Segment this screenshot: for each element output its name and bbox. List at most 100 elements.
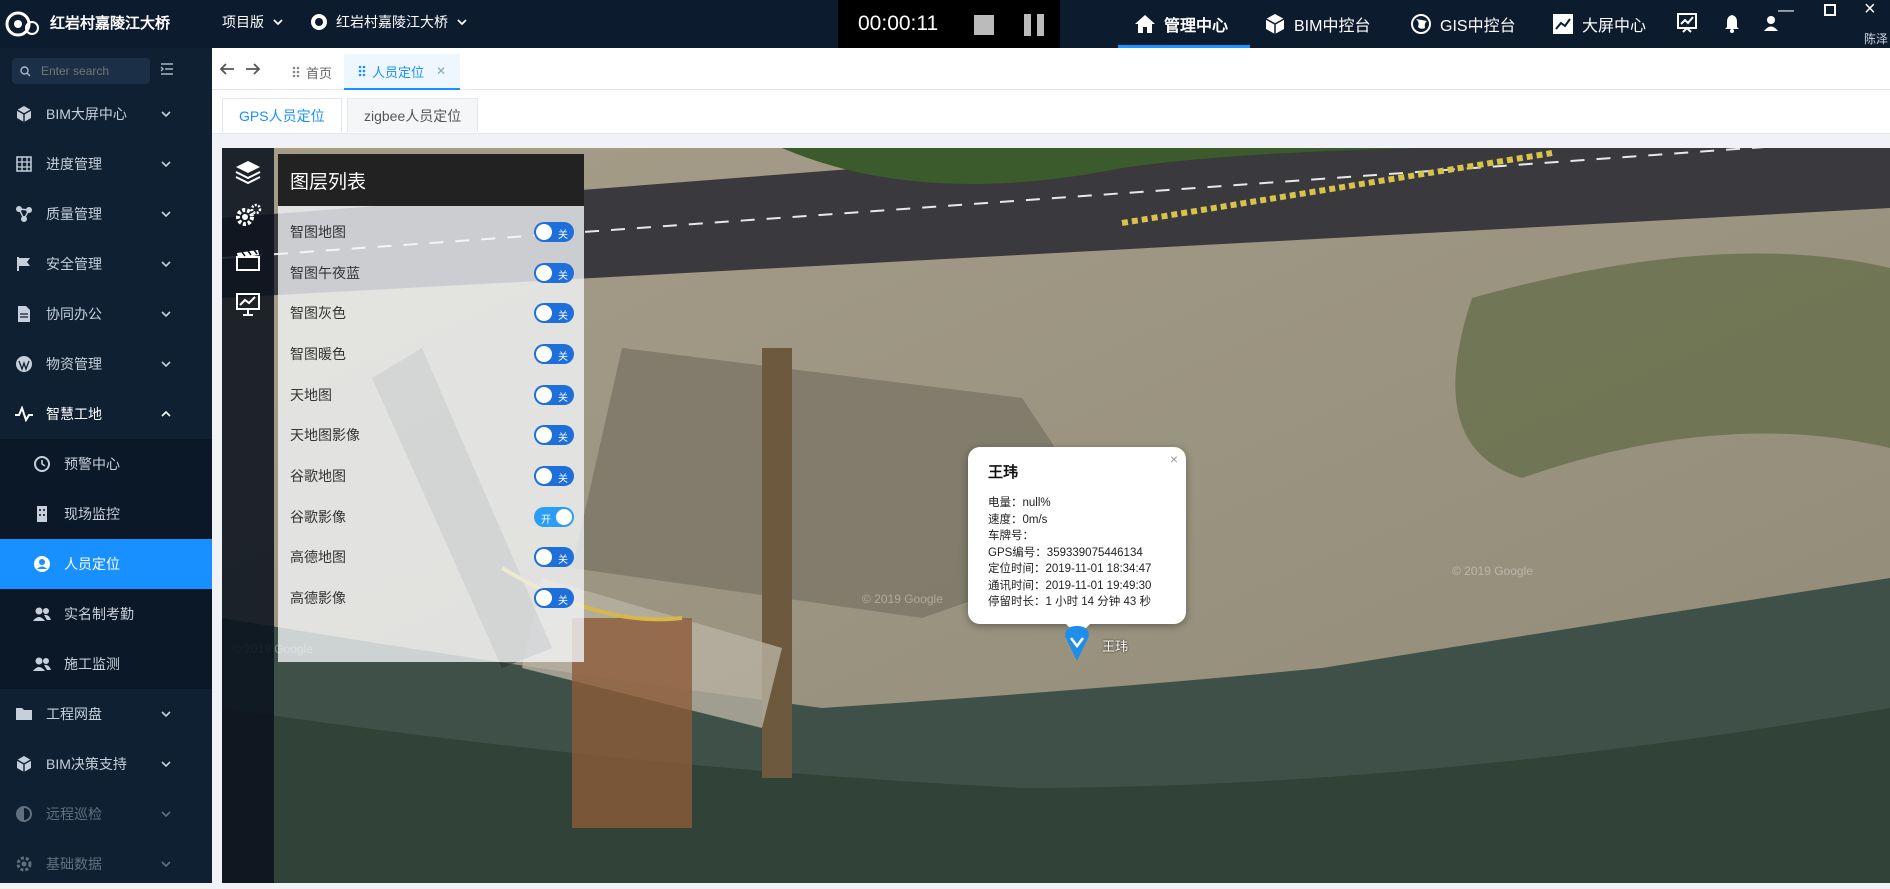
chevron-down-icon <box>161 261 171 268</box>
drag-handle-icon <box>292 66 300 78</box>
detail-key: GPS编号： <box>988 546 1047 559</box>
sidebar-item-bim-decision[interactable]: BIM决策支持 <box>0 739 212 789</box>
layers-icon[interactable] <box>234 158 262 186</box>
stop-icon[interactable] <box>974 15 994 35</box>
page-tabs-bar: 首页 人员定位 ✕ <box>212 48 1890 90</box>
users-icon <box>33 607 51 621</box>
layer-toggle[interactable]: 关 <box>534 466 574 486</box>
layer-toggle[interactable]: 开 <box>534 507 574 527</box>
layer-toggle[interactable]: 关 <box>534 263 574 283</box>
sidebar-item-progress[interactable]: 进度管理 <box>0 139 212 189</box>
layer-toggle[interactable]: 关 <box>534 385 574 405</box>
sidebar-item-label: 进度管理 <box>46 156 102 172</box>
toggle-text: 关 <box>558 311 568 322</box>
chevron-down-icon <box>273 19 283 26</box>
monitor-chart-icon[interactable] <box>234 290 262 318</box>
chevron-down-icon <box>161 311 171 318</box>
map-tool-strip <box>222 148 274 883</box>
sidebar-item-label: 安全管理 <box>46 256 102 272</box>
project-icon <box>311 14 327 30</box>
layer-label: 智图地图 <box>290 224 346 240</box>
layer-label: 天地图 <box>290 387 332 403</box>
layer-toggle[interactable]: 关 <box>534 344 574 364</box>
layer-toggle[interactable]: 关 <box>534 303 574 323</box>
maximize-window-icon[interactable] <box>1824 4 1836 16</box>
layer-row: 高德影像 关 <box>290 583 574 613</box>
map-watermark: © 2019 Google <box>1452 564 1533 578</box>
sidebar-item-base-data[interactable]: 基础数据 <box>0 839 212 889</box>
collapse-menu-icon[interactable] <box>160 62 174 76</box>
toggle-text: 关 <box>558 596 568 607</box>
nav-big-screen[interactable]: 大屏中心 <box>1552 0 1646 48</box>
bell-icon[interactable] <box>1722 13 1742 33</box>
detail-locate-time: 定位时间：2019-11-01 18:34:47 <box>988 561 1151 578</box>
project-dropdown[interactable]: 红岩村嘉陵江大桥 <box>310 12 468 32</box>
dashboard-icon[interactable] <box>1676 12 1698 34</box>
chevron-down-icon <box>161 761 171 768</box>
building-icon <box>37 506 47 522</box>
clapper-icon[interactable] <box>234 246 262 274</box>
sidebar-item-label: 物资管理 <box>46 356 102 372</box>
sidebar-item-remote-inspection[interactable]: 远程巡检 <box>0 789 212 839</box>
sidebar-item-smart-site[interactable]: 智慧工地 <box>0 389 212 439</box>
layer-toggle[interactable]: 关 <box>534 425 574 445</box>
tab-close-icon[interactable]: ✕ <box>436 64 446 78</box>
sidebar-item-collab[interactable]: 协同办公 <box>0 289 212 339</box>
sidebar-item-label: 工程网盘 <box>46 706 102 722</box>
tab-home[interactable]: 首页 <box>278 54 346 90</box>
layer-toggle[interactable]: 关 <box>534 547 574 567</box>
sidebar-item-label: BIM大屏中心 <box>46 106 127 122</box>
tab-personnel-location[interactable]: 人员定位 ✕ <box>344 54 461 90</box>
sidebar-item-attendance[interactable]: 实名制考勤 <box>0 589 212 639</box>
detail-value: 2019-11-01 18:34:47 <box>1045 563 1152 575</box>
close-icon[interactable]: × <box>1170 451 1178 467</box>
toggle-text: 关 <box>558 393 568 404</box>
sidebar-item-construction-monitor[interactable]: 施工监测 <box>0 639 212 689</box>
half-circle-icon <box>16 806 32 822</box>
layer-toggle[interactable]: 关 <box>534 588 574 608</box>
sidebar-item-safety[interactable]: 安全管理 <box>0 239 212 289</box>
layer-row: 智图地图 关 <box>290 217 574 247</box>
user-name[interactable]: 陈泽 <box>1864 30 1888 47</box>
nav-bim-console[interactable]: BIM中控台 <box>1264 0 1370 48</box>
sidebar-item-bim-screen[interactable]: BIM大屏中心 <box>0 89 212 139</box>
cube-icon <box>16 756 32 772</box>
toggle-text: 开 <box>541 515 551 526</box>
minimize-window-icon[interactable]: — <box>1778 2 1794 20</box>
detail-value: 0m/s <box>1022 513 1048 526</box>
nav-gis-console[interactable]: GIS中控台 <box>1410 0 1516 48</box>
tab-label: 人员定位 <box>372 64 425 80</box>
sidebar-item-label: BIM决策支持 <box>46 756 127 772</box>
layer-label: 高德影像 <box>290 590 346 606</box>
forward-arrow-icon[interactable] <box>244 60 262 78</box>
sidebar-search[interactable] <box>12 58 150 84</box>
close-window-icon[interactable]: × <box>1864 0 1876 21</box>
chevron-down-icon <box>161 811 171 818</box>
wordpress-icon <box>16 356 32 372</box>
sidebar-item-label: 质量管理 <box>46 206 102 222</box>
edition-dropdown[interactable]: 项目版 <box>222 12 284 32</box>
sidebar-item-quality[interactable]: 质量管理 <box>0 189 212 239</box>
nav-management-center[interactable]: 管理中心 <box>1134 0 1228 48</box>
layer-label: 天地图影像 <box>290 427 360 443</box>
pause-icon[interactable] <box>1024 14 1044 36</box>
sidebar-item-site-monitor[interactable]: 现场监控 <box>0 489 212 539</box>
sidebar-item-label: 基础数据 <box>46 856 102 872</box>
toggle-text: 关 <box>558 474 568 485</box>
nav-label: BIM中控台 <box>1294 18 1371 35</box>
tab-gps-location[interactable]: GPS人员定位 <box>222 98 342 132</box>
sidebar-item-project-drive[interactable]: 工程网盘 <box>0 689 212 739</box>
back-arrow-icon[interactable] <box>218 60 236 78</box>
detail-value: 359339075446134 <box>1046 546 1143 559</box>
layer-toggle[interactable]: 关 <box>534 222 574 242</box>
sidebar-item-personnel-location[interactable]: 人员定位 <box>0 539 212 589</box>
toggle-text: 关 <box>558 230 568 241</box>
sidebar-item-alert-center[interactable]: 预警中心 <box>0 439 212 489</box>
sidebar-item-materials[interactable]: 物资管理 <box>0 339 212 389</box>
layer-row: 智图灰色 关 <box>290 298 574 328</box>
search-input[interactable] <box>39 63 139 79</box>
layer-row: 谷歌地图 关 <box>290 461 574 491</box>
settings-gear-icon[interactable] <box>234 202 262 230</box>
person-location-marker-icon[interactable] <box>1062 624 1092 662</box>
tab-zigbee-location[interactable]: zigbee人员定位 <box>347 98 479 132</box>
